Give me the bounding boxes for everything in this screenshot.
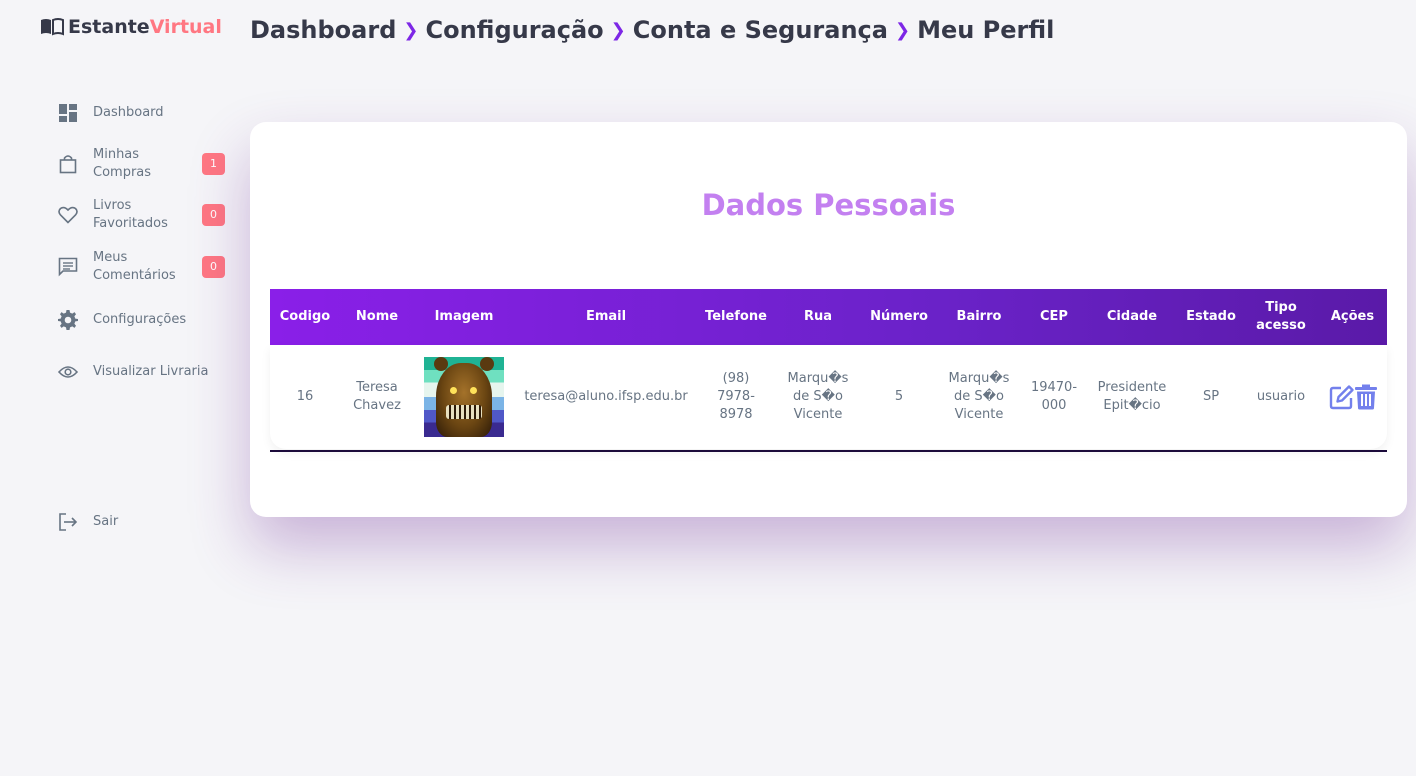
sidebar-item-visualizar-livraria[interactable]: Visualizar Livraria [58, 362, 228, 382]
table-header: Codigo Nome Imagem Email Telefone Rua Nú… [270, 289, 1387, 345]
column-header: Número [870, 309, 928, 324]
cell-tipo-acesso: usuario [1256, 389, 1306, 404]
sidebar: Dashboard Minhas Compras 1 Livros Favori… [40, 0, 240, 776]
personal-data-table: Codigo Nome Imagem Email Telefone Rua Nú… [270, 289, 1387, 449]
edit-icon[interactable] [1329, 384, 1355, 410]
sidebar-item-label: Sair [93, 514, 119, 529]
cell-estado: SP [1202, 389, 1220, 404]
column-header: Estado [1186, 309, 1236, 324]
sidebar-item-label: Dashboard [93, 105, 164, 120]
personal-data-card: Dados Pessoais Codigo Nome Imagem Email … [250, 122, 1407, 517]
chevron-right-icon: ❯ [403, 19, 419, 41]
sidebar-item-label: Livros Favoritados [93, 198, 168, 231]
count-badge: 1 [202, 153, 225, 175]
cell-imagem [414, 357, 514, 437]
column-header: Codigo [279, 309, 331, 324]
sidebar-item-sair[interactable]: Sair [58, 512, 228, 532]
dashboard-icon [58, 103, 78, 123]
breadcrumb: Dashboard ❯ Configuração ❯ Conta e Segur… [250, 16, 1054, 44]
column-header: Bairro [956, 309, 1002, 324]
breadcrumb-configuracao[interactable]: Configuração [425, 16, 603, 44]
cell-bairro: Marqu�s de S�o Vicente [948, 371, 1010, 422]
column-header: Telefone [705, 309, 767, 324]
cell-rua: Marqu�s de S�o Vicente [787, 371, 849, 422]
column-header: Nome [355, 309, 399, 324]
chevron-right-icon: ❯ [894, 19, 911, 41]
cell-cep: 19470-000 [1030, 380, 1078, 413]
eye-icon [58, 362, 78, 382]
divider [270, 450, 1387, 452]
count-badge: 0 [202, 256, 225, 278]
gear-icon [58, 310, 78, 330]
table-row: 16 Teresa Chavez teresa@aluno.ifsp.edu.b… [270, 345, 1387, 449]
column-header: Cidade [1106, 309, 1158, 324]
count-badge: 0 [202, 204, 225, 226]
sidebar-item-meus-comentarios[interactable]: Meus Comentários 0 [58, 249, 228, 285]
avatar [424, 357, 504, 437]
comment-icon [58, 257, 78, 277]
sidebar-item-label: Minhas Compras [93, 147, 152, 180]
cell-cidade: Presidente Epit�cio [1097, 380, 1167, 413]
cell-acoes [1318, 384, 1387, 410]
cell-codigo: 16 [296, 389, 314, 404]
sidebar-item-dashboard[interactable]: Dashboard [58, 103, 228, 123]
sidebar-item-minhas-compras[interactable]: Minhas Compras 1 [58, 146, 228, 182]
sidebar-item-label: Meus Comentários [93, 250, 176, 283]
sidebar-item-label: Visualizar Livraria [93, 364, 209, 379]
column-header: CEP [1040, 309, 1068, 324]
column-header: Ações [1330, 309, 1375, 324]
logout-icon [58, 512, 78, 532]
breadcrumb-conta-seguranca[interactable]: Conta e Segurança [633, 16, 888, 44]
cell-telefone: (98) 7978-8978 [717, 371, 755, 422]
sidebar-item-label: Configurações [93, 312, 187, 327]
column-header: Email [585, 309, 627, 324]
cell-nome: Teresa Chavez [353, 380, 401, 413]
breadcrumb-dashboard[interactable]: Dashboard [250, 16, 396, 44]
cell-numero: 5 [894, 389, 904, 404]
chevron-right-icon: ❯ [610, 19, 626, 41]
column-header: Tipo acesso [1256, 300, 1306, 333]
breadcrumb-meu-perfil: Meu Perfil [917, 16, 1055, 44]
sidebar-item-configuracoes[interactable]: Configurações [58, 310, 228, 330]
sidebar-item-livros-favoritados[interactable]: Livros Favoritados 0 [58, 197, 228, 233]
column-header: Rua [803, 309, 833, 324]
cell-email: teresa@aluno.ifsp.edu.br [524, 389, 688, 404]
card-title: Dados Pessoais [701, 188, 956, 222]
shopping-bag-icon [58, 154, 78, 174]
heart-icon [58, 205, 78, 225]
column-header: Imagem [434, 309, 494, 324]
trash-icon[interactable] [1354, 384, 1377, 410]
